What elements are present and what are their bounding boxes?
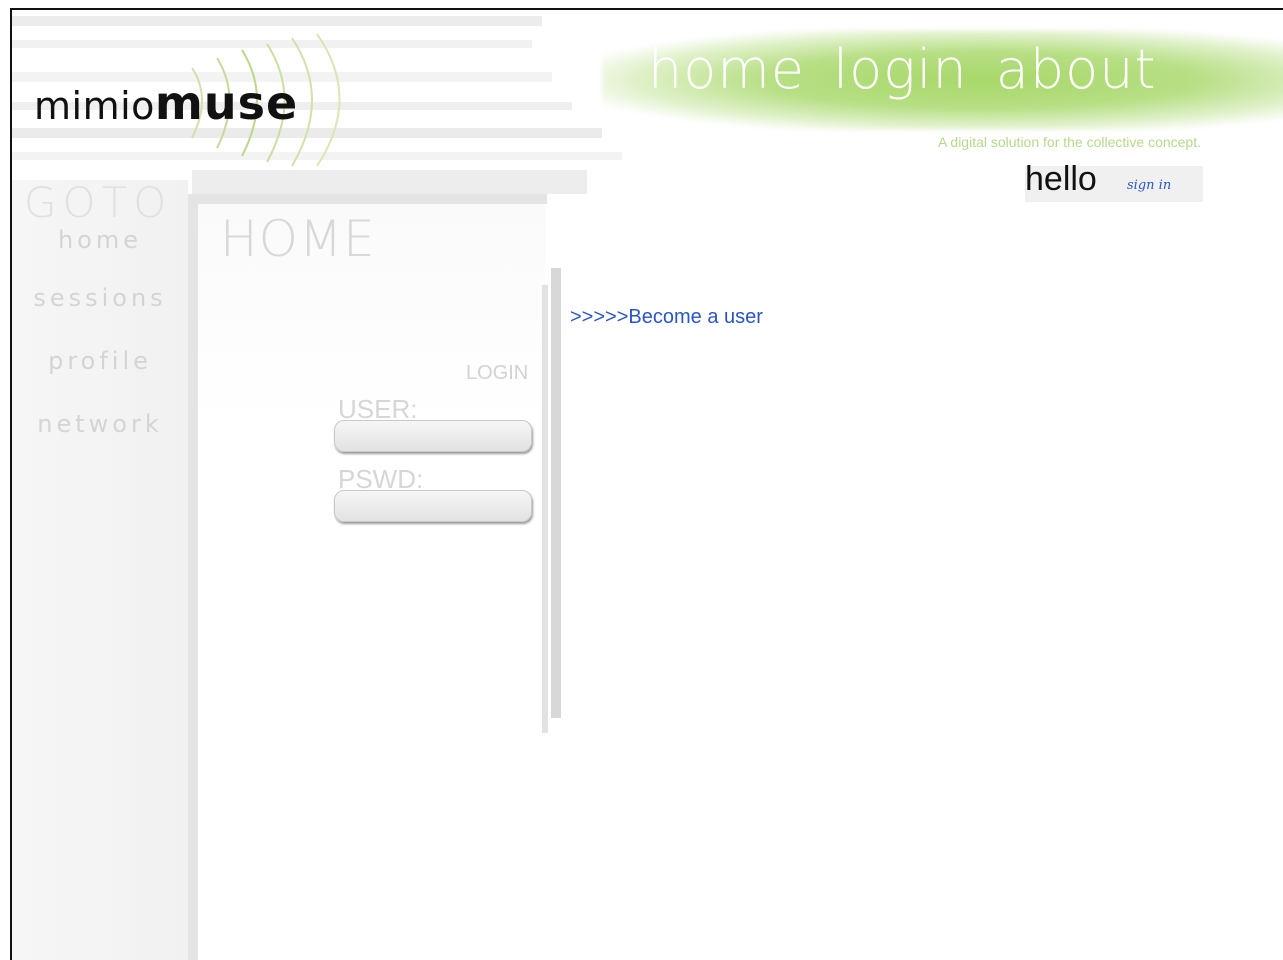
top-nav: home login about — [648, 38, 1157, 101]
sidebar-heading: GOTO — [24, 178, 173, 227]
top-nav-home[interactable]: home — [648, 38, 805, 101]
sidebar-item-profile[interactable]: profile — [12, 347, 188, 375]
password-input[interactable] — [334, 490, 532, 522]
sidebar-item-sessions[interactable]: sessions — [12, 284, 188, 312]
sidebar-divider — [188, 194, 198, 960]
tagline: A digital solution for the collective co… — [937, 134, 1201, 150]
brand-name: muse — [154, 76, 299, 130]
brand-logo[interactable]: mimiomuse — [34, 76, 298, 130]
decor-stripe — [12, 16, 542, 26]
top-nav-about[interactable]: about — [996, 38, 1157, 101]
sign-in-link[interactable]: sign in — [1127, 178, 1171, 193]
sidebar-item-network[interactable]: network — [12, 410, 188, 438]
decor-stripe — [192, 194, 547, 204]
user-input[interactable] — [334, 420, 532, 452]
login-heading: LOGIN — [466, 362, 529, 384]
sidebar-item-home[interactable]: home — [12, 226, 188, 254]
top-nav-login[interactable]: login — [833, 38, 968, 101]
panel-divider — [551, 268, 561, 718]
hello-text: hello — [1025, 160, 1097, 198]
brand-prefix: mimio — [34, 84, 155, 128]
page-title: HOME — [220, 210, 376, 268]
page-frame: mimiomuse home login about A digital sol… — [10, 8, 1283, 960]
decor-stripe — [192, 170, 587, 194]
panel-divider — [542, 285, 548, 733]
become-user-link[interactable]: >>>>>Become a user — [570, 306, 763, 329]
